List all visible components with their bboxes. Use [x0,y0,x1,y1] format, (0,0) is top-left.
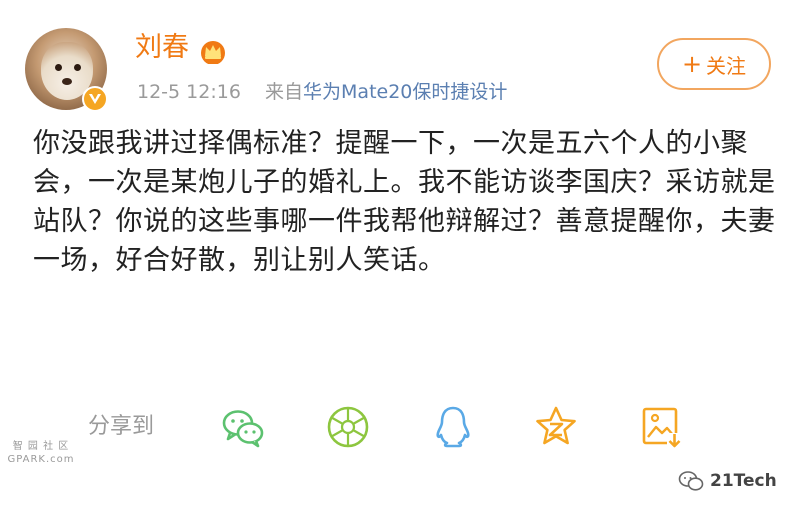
source-device-link[interactable]: 华为Mate20保时捷设计 [303,81,507,103]
plus-icon: + [681,50,703,78]
post-meta: 12-5 12:16 来自华为Mate20保时捷设计 [137,80,507,104]
wechat-watermark-icon [678,471,704,491]
moments-icon[interactable] [325,404,371,450]
watermark-right: 21Tech [678,470,777,492]
crown-icon [201,41,225,64]
qzone-icon[interactable] [533,404,579,450]
qq-icon[interactable] [430,404,476,450]
follow-button[interactable]: + 关注 [657,38,771,90]
share-label: 分享到 [88,414,155,439]
watermark-left-line1: 智 园 社 区 [12,441,70,452]
source-prefix: 来自 [265,81,304,103]
watermark-left: 智 园 社 区 GPARK.com [6,440,76,466]
avatar-nose [62,78,72,85]
watermark-right-label: 21Tech [710,471,777,491]
post-timestamp: 12-5 12:16 [137,81,241,103]
wechat-icon[interactable] [220,404,266,450]
username[interactable]: 刘春 [135,31,189,65]
avatar-eye [74,64,81,71]
avatar-eye [55,64,62,71]
follow-button-label: 关注 [706,53,747,78]
watermark-left-line2: GPARK.com [7,454,75,465]
post-text: 你没跟我讲过择偶标准？提醒一下，一次是五六个人的小聚会，一次是某炮儿子的婚礼上。… [33,128,776,276]
verified-badge-icon [82,86,108,112]
save-image-icon[interactable] [638,404,684,450]
